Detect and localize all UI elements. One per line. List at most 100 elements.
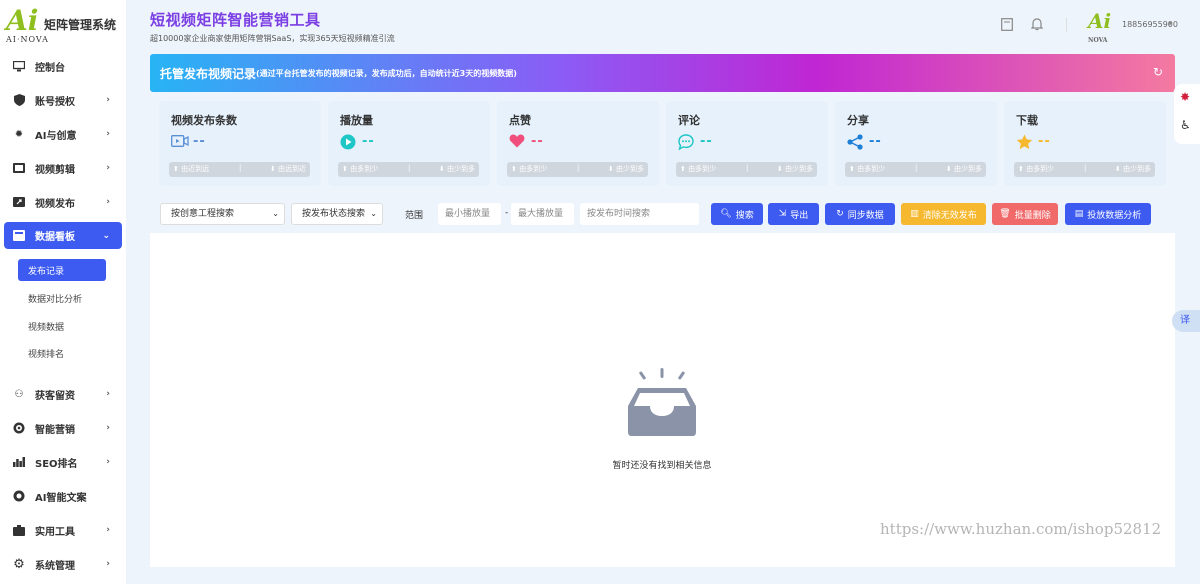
sidebar-item-system[interactable]: ⚙ 系统管理 › xyxy=(4,551,122,577)
shield-icon xyxy=(12,93,26,107)
sidebar-item-console[interactable]: 控制台 xyxy=(4,53,122,79)
sort-label: 由少到多 xyxy=(954,165,982,173)
search-button[interactable]: 🔍︎ 搜索 xyxy=(711,203,763,225)
sidebar-subitem-data-compare[interactable]: 数据对比分析 xyxy=(18,287,106,309)
range-dash: - xyxy=(505,208,509,218)
sort-label: 由多到少 xyxy=(1026,165,1055,173)
sort-asc-button[interactable]: ⬆ 由多到少 xyxy=(511,164,547,174)
sidebar-item-label: AI智能文案 xyxy=(35,492,87,504)
floating-toolbar: ✸ ♿︎ xyxy=(1174,84,1200,144)
min-play-input[interactable]: 最小播放量 xyxy=(438,203,501,225)
sort-desc-button[interactable]: ⬇ 由少到多 xyxy=(439,164,475,174)
publish-time-input[interactable]: 按发布时间搜索 xyxy=(580,203,699,225)
logo[interactable]: Ai AI·NOVA 矩阵管理系统 xyxy=(6,6,122,46)
sidebar-item-ai-creative[interactable]: ✹ AI与创意 › xyxy=(4,121,122,147)
users-icon: ⚇ xyxy=(14,388,24,400)
sidebar-item-lead-capture[interactable]: ⚇ 获客留资 › xyxy=(4,381,122,407)
translate-button[interactable]: 译 xyxy=(1172,310,1200,332)
sort-asc-button[interactable]: ⬆ 由多到少 xyxy=(1018,164,1054,174)
stat-card-play-count: 播放量 -- ⬆ 由多到少 | ⬇ 由少到多 xyxy=(328,101,490,186)
empty-state-text: 暂时还没有找到相关信息 xyxy=(612,461,712,471)
select-value: 按创意工程搜索 xyxy=(171,209,235,219)
chevron-right-icon: › xyxy=(106,163,110,173)
sort-asc-button[interactable]: ⬆ 由近到远 xyxy=(173,164,209,174)
project-select[interactable]: 按创意工程搜索 ⌄ xyxy=(160,203,285,225)
sidebar-item-label: SEO排名 xyxy=(35,458,78,470)
network-icon[interactable]: ✸ xyxy=(1180,90,1190,104)
avatar[interactable]: Ai NOVA xyxy=(1088,10,1114,44)
sort-bar: ⬆ 由多到少 | ⬇ 由少到多 xyxy=(1014,162,1155,177)
stat-card-shares: 分享 -- ⬆ 由多到少 | ⬇ 由少到多 xyxy=(835,101,997,186)
sidebar-subitem-video-data[interactable]: 视频数据 xyxy=(18,315,106,337)
monitor-icon xyxy=(12,59,26,73)
export-icon: ⇲ xyxy=(778,209,787,219)
max-play-input[interactable]: 最大播放量 xyxy=(511,203,574,225)
sync-button[interactable]: ↻ 同步数据 xyxy=(825,203,895,225)
sidebar-item-seo-ranking[interactable]: SEO排名 › xyxy=(4,449,122,475)
section-banner: 托管发布视频记录 (通过平台托管发布的视频记录，发布成功后，自动统计近3天的视频… xyxy=(150,54,1175,92)
sort-desc-button[interactable]: ⬇ 由少到多 xyxy=(608,164,644,174)
sidebar-item-smart-marketing[interactable]: 智能营销 › xyxy=(4,415,122,441)
sort-bar: ⬆ 由多到少 | ⬇ 由少到多 xyxy=(507,162,648,177)
sort-divider: | xyxy=(915,164,918,172)
sidebar-item-data-board[interactable]: 数据看板 ⌄ xyxy=(4,222,122,249)
sort-bar: ⬆ 由近到远 | ⬇ 由远到近 xyxy=(169,162,310,177)
stat-value: -- xyxy=(1038,134,1051,149)
empty-inbox-icon xyxy=(626,366,698,438)
gear-icon: ⚙ xyxy=(13,556,25,572)
sidebar-item-video-publish[interactable]: 视频发布 › xyxy=(4,189,122,215)
status-select[interactable]: 按发布状态搜索 ⌄ xyxy=(291,203,383,225)
chevron-right-icon: › xyxy=(106,525,110,535)
sort-desc-button[interactable]: ⬇ 由远到近 xyxy=(270,164,306,174)
button-label: 搜索 xyxy=(735,210,754,221)
sidebar-item-video-edit[interactable]: 视频剪辑 › xyxy=(4,155,122,181)
sort-divider: | xyxy=(408,164,411,172)
stat-value: -- xyxy=(531,134,544,149)
sort-divider: | xyxy=(746,164,749,172)
stat-title: 分享 xyxy=(847,114,869,127)
sidebar-item-tools[interactable]: 实用工具 › xyxy=(4,517,122,543)
header-divider xyxy=(1066,18,1067,32)
stat-value: -- xyxy=(193,134,206,149)
refresh-icon[interactable]: ↻ xyxy=(1151,65,1165,79)
star-icon xyxy=(1016,134,1034,150)
sidebar-item-account-auth[interactable]: 账号授权 › xyxy=(4,87,122,113)
stat-value: -- xyxy=(700,134,713,149)
logo-mark: Ai xyxy=(6,4,39,37)
chevron-down-icon: ⌄ xyxy=(370,209,377,218)
heart-icon xyxy=(509,134,527,150)
sort-asc-button[interactable]: ⬆ 由多到少 xyxy=(342,164,378,174)
play-icon xyxy=(340,134,358,150)
analysis-button[interactable]: ▤ 投放数据分析 xyxy=(1065,203,1151,225)
sort-label: 由少到多 xyxy=(1123,165,1151,173)
comment-icon xyxy=(678,134,696,151)
dashboard-icon xyxy=(12,229,26,243)
sidebar-item-ai-copywriting[interactable]: AI智能文案 xyxy=(4,483,122,509)
stat-card-downloads: 下载 -- ⬆ 由多到少 | ⬇ 由少到多 xyxy=(1004,101,1166,186)
sort-asc-button[interactable]: ⬆ 由多到少 xyxy=(680,164,716,174)
button-label: 批量删除 xyxy=(1014,210,1051,221)
banner-note: (通过平台托管发布的视频记录，发布成功后，自动统计近3天的视频数据) xyxy=(256,69,517,78)
sidebar-subitem-publish-records[interactable]: 发布记录 xyxy=(18,259,106,281)
chevron-down-icon[interactable]: ▾ xyxy=(1168,19,1172,28)
sidebar-subitem-video-ranking[interactable]: 视频排名 xyxy=(18,342,106,364)
sort-asc-button[interactable]: ⬆ 由多到少 xyxy=(849,164,885,174)
chevron-right-icon: › xyxy=(106,95,110,105)
sort-label: 由少到多 xyxy=(785,165,813,173)
stat-title: 点赞 xyxy=(509,114,531,127)
sort-desc-button[interactable]: ⬇ 由少到多 xyxy=(946,164,982,174)
batch-delete-button[interactable]: 🗑︎ 批量删除 xyxy=(992,203,1058,225)
sidebar-item-label: 实用工具 xyxy=(35,526,75,538)
clear-invalid-button[interactable]: ▥ 清除无效发布 xyxy=(901,203,986,225)
sort-label: 由多到少 xyxy=(350,165,379,173)
accessibility-icon[interactable]: ♿︎ xyxy=(1180,118,1191,132)
sort-desc-button[interactable]: ⬇ 由少到多 xyxy=(777,164,813,174)
sort-label: 由少到多 xyxy=(447,165,475,173)
sort-desc-button[interactable]: ⬇ 由少到多 xyxy=(1115,164,1151,174)
sort-label: 由多到少 xyxy=(857,165,886,173)
export-button[interactable]: ⇲ 导出 xyxy=(768,203,819,225)
stat-title: 下载 xyxy=(1016,114,1038,127)
bell-icon[interactable] xyxy=(1030,18,1044,32)
sidebar-item-label: 视频发布 xyxy=(35,198,75,210)
book-icon[interactable] xyxy=(1000,18,1014,32)
